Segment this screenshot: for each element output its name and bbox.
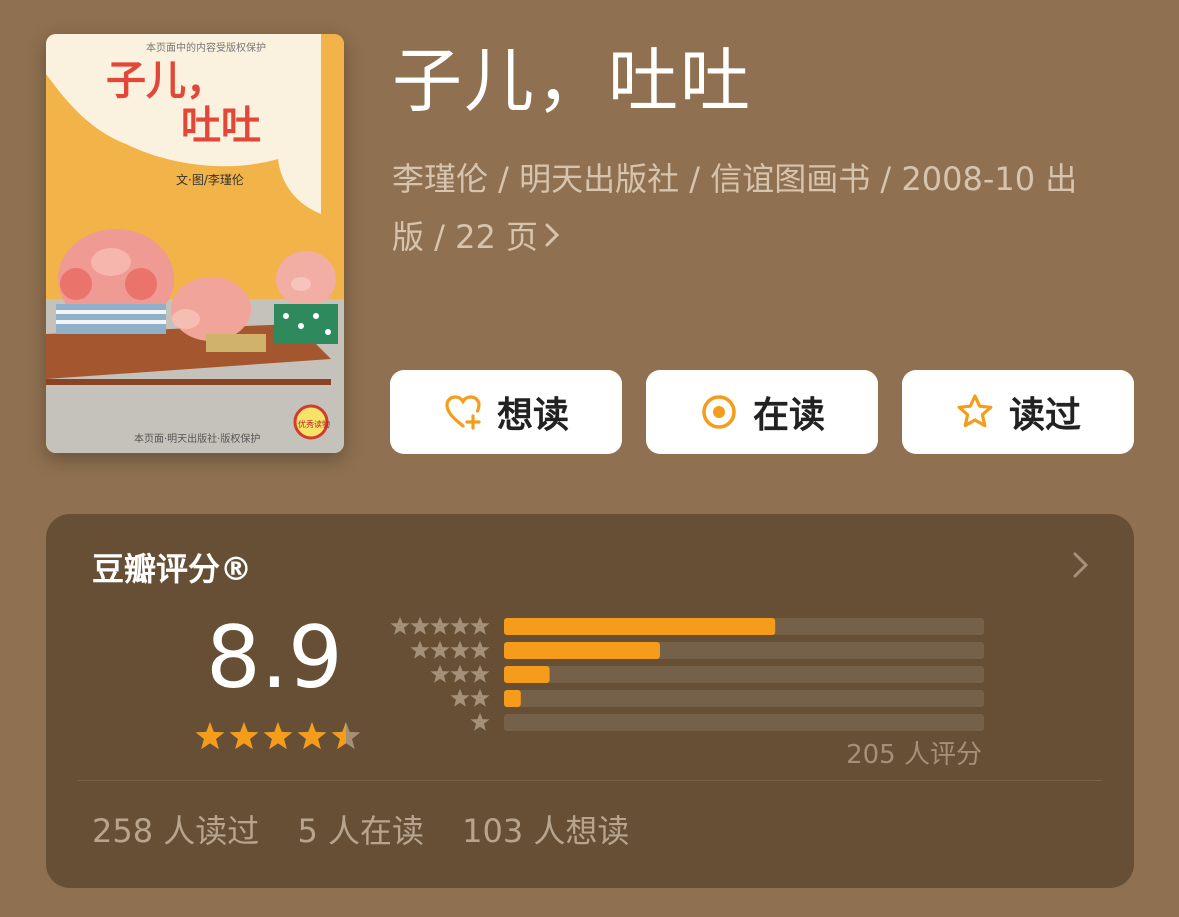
rating-star-fill bbox=[195, 722, 225, 750]
cover-title-line2: 吐吐 bbox=[181, 103, 261, 149]
want-to-read-button[interactable]: 想读 bbox=[390, 370, 622, 454]
distribution-star-icon bbox=[390, 616, 410, 635]
stat-reading: 5 人在读 bbox=[297, 812, 424, 850]
reading-button[interactable]: 在读 bbox=[646, 370, 878, 454]
rating-distribution bbox=[390, 616, 984, 731]
distribution-bar-5-star bbox=[504, 618, 776, 635]
distribution-star-icon bbox=[470, 688, 490, 707]
distribution-bar-track bbox=[504, 690, 984, 707]
stat-read: 258 人读过 bbox=[92, 812, 260, 850]
rating-star-fill bbox=[297, 722, 327, 750]
distribution-bar-3-star bbox=[504, 666, 550, 683]
distribution-bar-track bbox=[504, 666, 984, 683]
distribution-star-icon bbox=[450, 688, 470, 707]
chevron-right-icon[interactable] bbox=[1070, 548, 1092, 582]
have-read-label: 读过 bbox=[1008, 395, 1081, 436]
book-meta[interactable]: 李瑾伦 / 明天出版社 / 信谊图画书 / 2008-10 出 版 / 22 页 bbox=[392, 150, 1112, 268]
target-circle-icon bbox=[699, 392, 739, 432]
stat-want: 103 人想读 bbox=[462, 812, 630, 850]
distribution-star-icon bbox=[470, 664, 490, 683]
rating-panel[interactable]: 豆瓣评分® 8.9 205 人评分 258 人读过 5 人在读 103 人想读 bbox=[46, 514, 1134, 888]
book-meta-line1: 李瑾伦 / 明天出版社 / 信谊图画书 / 2008-10 出 bbox=[392, 160, 1078, 198]
cover-illustration: 本页面中的内容受版权保护 子儿， 吐吐 文·图/李瑾伦 优秀读物 本页面·明天出… bbox=[46, 34, 344, 453]
rating-star-fill bbox=[263, 722, 293, 750]
rating-star-fill bbox=[229, 722, 259, 750]
cover-top-text: 本页面中的内容受版权保护 bbox=[146, 41, 266, 54]
heart-plus-icon bbox=[443, 392, 483, 432]
distribution-bar-track bbox=[504, 714, 984, 731]
distribution-star-icon bbox=[430, 616, 450, 635]
distribution-star-icon bbox=[430, 640, 450, 659]
book-meta-line2-wrap: 版 / 22 页 bbox=[392, 208, 1112, 268]
distribution-star-icon bbox=[450, 616, 470, 635]
reading-label: 在读 bbox=[752, 395, 825, 436]
have-read-button[interactable]: 读过 bbox=[902, 370, 1134, 454]
rating-title: 豆瓣评分® bbox=[92, 550, 253, 588]
distribution-bar-4-star bbox=[504, 642, 660, 659]
distribution-star-icon bbox=[430, 664, 450, 683]
rating-count: 205 人评分 bbox=[846, 740, 982, 770]
divider bbox=[78, 780, 1102, 781]
cover-badge: 优秀读物 bbox=[298, 419, 330, 429]
reader-stats: 258 人读过 5 人在读 103 人想读 bbox=[92, 806, 657, 852]
cover-bottom-text: 本页面·明天出版社·版权保护 bbox=[134, 432, 260, 445]
want-to-read-label: 想读 bbox=[496, 395, 569, 436]
chevron-right-icon bbox=[544, 210, 560, 268]
distribution-star-icon bbox=[450, 664, 470, 683]
book-title: 子儿，吐吐 bbox=[392, 40, 752, 122]
distribution-star-icon bbox=[470, 616, 490, 635]
book-cover[interactable]: 本页面中的内容受版权保护 子儿， 吐吐 文·图/李瑾伦 优秀读物 本页面·明天出… bbox=[46, 34, 344, 453]
cover-author: 文·图/李瑾伦 bbox=[176, 172, 244, 187]
distribution-star-icon bbox=[410, 640, 430, 659]
distribution-star-icon bbox=[470, 640, 490, 659]
rating-score: 8.9 bbox=[206, 608, 343, 708]
distribution-bar-2-star bbox=[504, 690, 521, 707]
distribution-star-icon bbox=[470, 712, 490, 731]
distribution-star-icon bbox=[450, 640, 470, 659]
book-meta-line2: 版 / 22 页 bbox=[392, 218, 539, 256]
distribution-star-icon bbox=[410, 616, 430, 635]
cover-title-line1: 子儿， bbox=[106, 58, 226, 104]
star-outline-icon bbox=[955, 392, 995, 432]
rating-stars bbox=[195, 722, 361, 750]
